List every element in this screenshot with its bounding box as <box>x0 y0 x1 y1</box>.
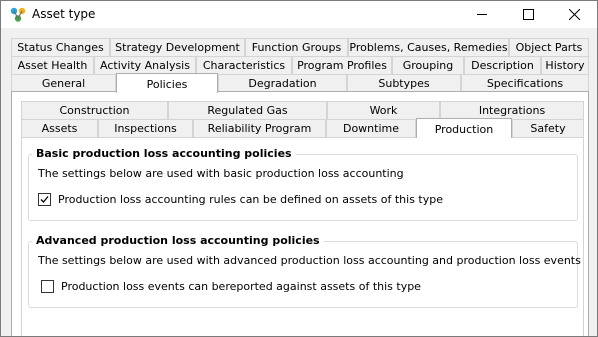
tab-policies[interactable]: Policies <box>116 73 218 93</box>
tab-safety[interactable]: Safety <box>512 119 584 137</box>
maximize-icon <box>523 9 534 20</box>
tab-subtypes[interactable]: Subtypes <box>347 74 461 92</box>
tab-specifications[interactable]: Specifications <box>461 74 589 92</box>
tab-inspections[interactable]: Inspections <box>98 119 193 137</box>
loss-events-checkbox[interactable] <box>41 280 54 293</box>
tab-degradation[interactable]: Degradation <box>218 74 347 92</box>
tab-reliability-program[interactable]: Reliability Program <box>193 119 326 137</box>
tab-object-parts[interactable]: Object Parts <box>509 38 589 56</box>
advanced-policies-description: The settings below are used with advance… <box>38 254 581 267</box>
tab-general[interactable]: General <box>11 74 116 92</box>
tab-grouping[interactable]: Grouping <box>392 56 464 74</box>
maximize-button[interactable] <box>505 1 551 28</box>
tab-problems-causes-remedies[interactable]: Problems, Causes, Remedies <box>348 38 509 56</box>
minimize-button[interactable] <box>459 1 505 28</box>
close-icon <box>569 9 580 20</box>
tab-downtime[interactable]: Downtime <box>326 119 416 137</box>
advanced-policies-title: Advanced production loss accounting poli… <box>32 234 324 247</box>
production-panel: Basic production loss accounting policie… <box>21 137 584 336</box>
tab-assets[interactable]: Assets <box>21 119 98 137</box>
tab-production[interactable]: Production <box>416 118 512 138</box>
tab-construction[interactable]: Construction <box>21 101 168 119</box>
advanced-policies-group <box>28 241 578 308</box>
tab-status-changes[interactable]: Status Changes <box>11 38 110 56</box>
basic-policies-title: Basic production loss accounting policie… <box>32 147 296 160</box>
tab-regulated-gas[interactable]: Regulated Gas <box>168 101 327 119</box>
checkmark-icon <box>40 196 49 203</box>
window-title: Asset type <box>32 7 96 21</box>
tab-description[interactable]: Description <box>464 56 541 74</box>
close-button[interactable] <box>551 1 597 28</box>
basic-policies-group <box>28 154 578 221</box>
tab-characteristics[interactable]: Characteristics <box>196 56 292 74</box>
tab-function-groups[interactable]: Function Groups <box>245 38 348 56</box>
basic-accounting-checkbox[interactable] <box>38 193 51 206</box>
tab-integrations[interactable]: Integrations <box>440 101 584 119</box>
title-bar: Asset type <box>1 1 597 28</box>
asset-type-window: Asset type Status Changes Strategy Devel… <box>0 0 598 337</box>
loss-events-checkbox-label[interactable]: Production loss events can bereported ag… <box>61 280 421 293</box>
tab-activity-analysis[interactable]: Activity Analysis <box>94 56 196 74</box>
policies-panel: Construction Regulated Gas Work Integrat… <box>11 91 589 336</box>
minimize-icon <box>477 14 487 15</box>
basic-policies-description: The settings below are used with basic p… <box>38 167 404 180</box>
tab-asset-health[interactable]: Asset Health <box>11 56 94 74</box>
tab-history[interactable]: History <box>541 56 589 74</box>
tab-strategy-development[interactable]: Strategy Development <box>110 38 245 56</box>
tab-work[interactable]: Work <box>327 101 440 119</box>
tab-program-profiles[interactable]: Program Profiles <box>292 56 392 74</box>
basic-accounting-checkbox-label[interactable]: Production loss accounting rules can be … <box>58 193 443 206</box>
app-icon <box>10 7 26 22</box>
